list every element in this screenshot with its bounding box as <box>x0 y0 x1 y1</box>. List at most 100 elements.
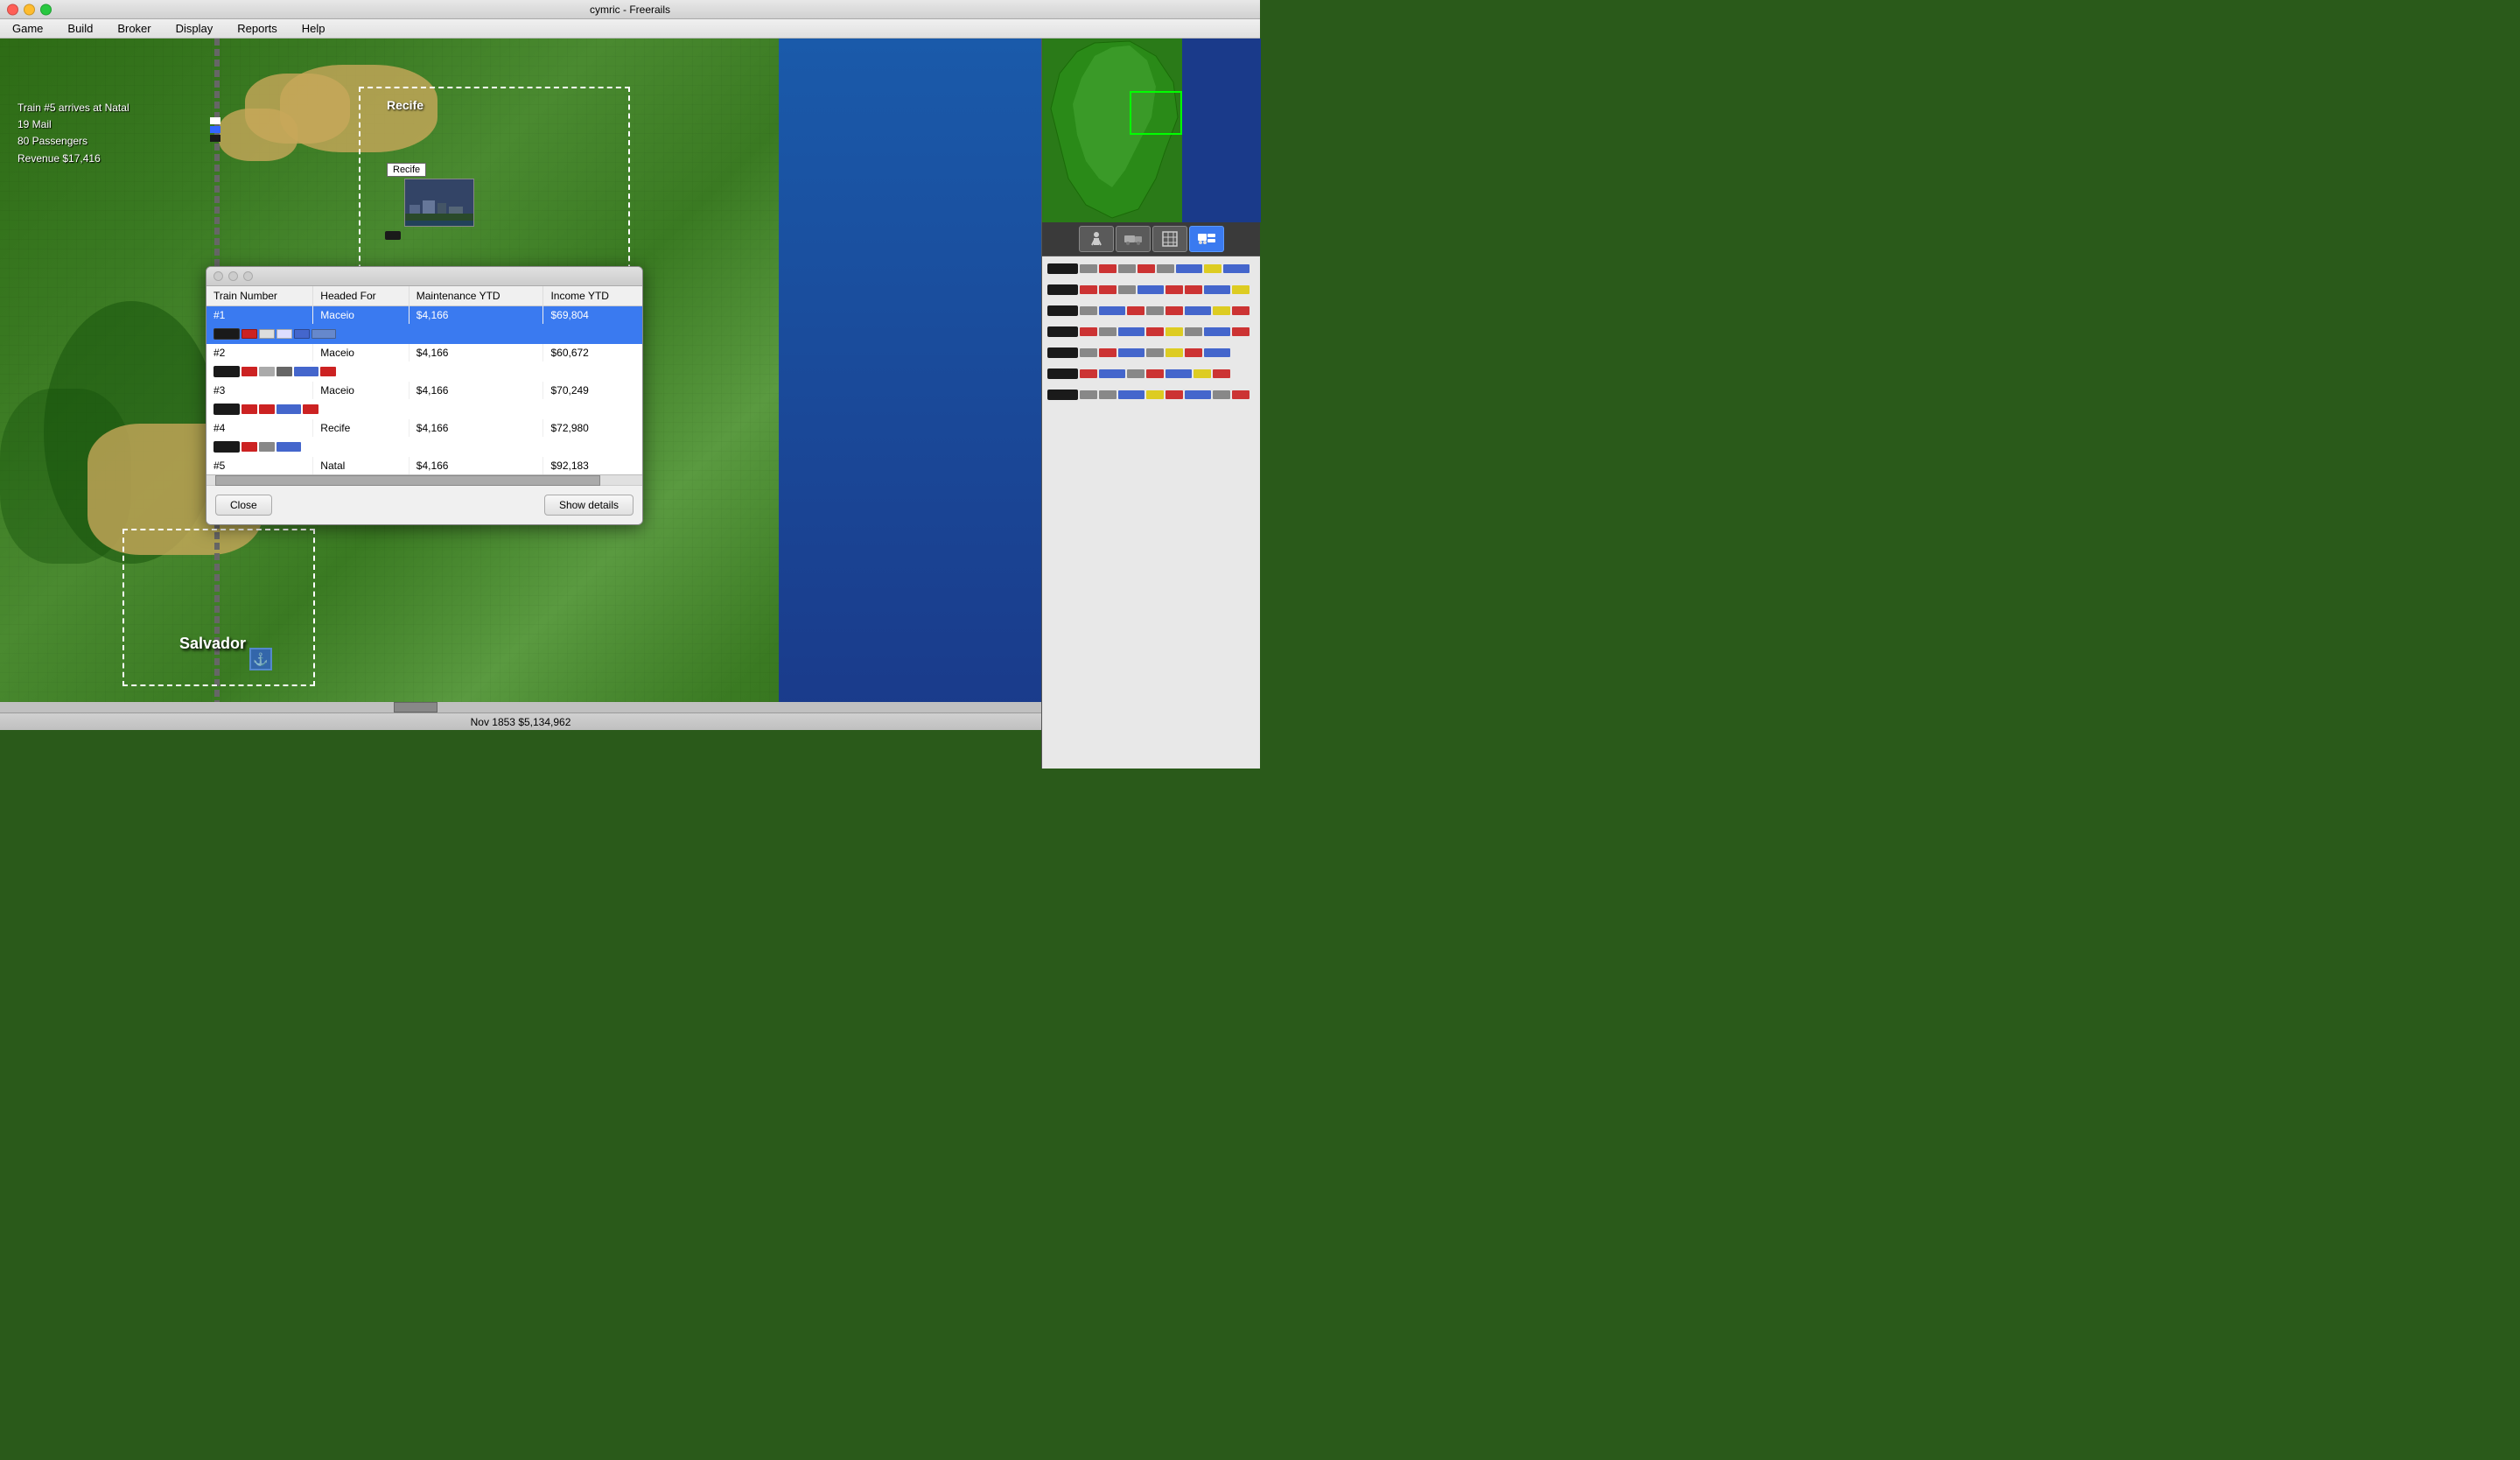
menu-game[interactable]: Game <box>7 22 48 35</box>
train-income-5: $92,183 <box>543 457 642 474</box>
train-engine-1 <box>210 135 220 142</box>
train-number-1: #1 <box>206 306 313 325</box>
col-income: Income YTD <box>543 286 642 306</box>
col-maintenance: Maintenance YTD <box>409 286 543 306</box>
toolbar-train-list-btn[interactable] <box>1189 226 1224 252</box>
menu-broker[interactable]: Broker <box>112 22 156 35</box>
show-details-button[interactable]: Show details <box>544 495 634 516</box>
ocean-area <box>779 39 1041 730</box>
train-maintenance-4: $4,166 <box>409 419 543 437</box>
train-sprite-6 <box>1047 367 1253 381</box>
close-window-button[interactable] <box>7 4 18 15</box>
train-sprite-cell-4 <box>206 437 642 457</box>
notification-line1: Train #5 arrives at Natal <box>18 100 130 116</box>
selection-rect-2 <box>122 529 315 686</box>
dialog-max-btn[interactable] <box>243 271 253 281</box>
train-list-icon <box>1198 232 1215 246</box>
train-sprite-5 <box>1047 346 1253 360</box>
menu-bar: Game Build Broker Display Reports Help <box>0 19 1260 39</box>
train-number-3: #3 <box>206 382 313 399</box>
train-sprite-ref-row-4 <box>1046 323 1256 340</box>
train-icon <box>1124 232 1142 246</box>
train-sprite-1 <box>1047 262 1253 276</box>
train-sprite-row-1[interactable] <box>206 324 642 344</box>
train-sprite-3 <box>1047 304 1253 318</box>
mini-map[interactable] <box>1042 39 1261 222</box>
train-list-table: Train Number Headed For Maintenance YTD … <box>206 286 642 474</box>
train-destination-2: Maceio <box>313 344 409 361</box>
desert-patch-3 <box>219 109 298 161</box>
dialog-title-bar[interactable] <box>206 267 642 286</box>
train-destination-3: Maceio <box>313 382 409 399</box>
train-sprite-ref-row-2 <box>1046 281 1256 298</box>
train-sprite-ref-row-6 <box>1046 365 1256 383</box>
train-maintenance-1: $4,166 <box>409 306 543 325</box>
train-income-4: $72,980 <box>543 419 642 437</box>
notification-line4: Revenue $17,416 <box>18 151 130 167</box>
scroll-thumb[interactable] <box>394 702 438 712</box>
train-sprite-ref-row <box>1046 260 1256 277</box>
status-bar: Nov 1853 $5,134,962 <box>0 712 1041 730</box>
toolbar-build-btn[interactable] <box>1079 226 1114 252</box>
menu-reports[interactable]: Reports <box>232 22 283 35</box>
train-number-4: #4 <box>206 419 313 437</box>
train-number-2: #2 <box>206 344 313 361</box>
train-table-body: #1 Maceio $4,166 $69,804 <box>206 306 642 475</box>
train-list-dialog: Train Number Headed For Maintenance YTD … <box>206 266 643 525</box>
train-maintenance-2: $4,166 <box>409 344 543 361</box>
menu-display[interactable]: Display <box>171 22 219 35</box>
train-maintenance-5: $4,166 <box>409 457 543 474</box>
dialog-horizontal-scrollbar[interactable] <box>206 474 642 485</box>
train-sprite-row-2[interactable] <box>206 361 642 382</box>
person-icon <box>1088 230 1105 248</box>
toolbar-map-btn[interactable] <box>1152 226 1187 252</box>
train-sprite-row-3[interactable] <box>206 399 642 419</box>
dialog-min-btn[interactable] <box>228 271 238 281</box>
col-train-number: Train Number <box>206 286 313 306</box>
train-car-white-1 <box>210 117 220 124</box>
table-row[interactable]: #1 Maceio $4,166 $69,804 <box>206 306 642 325</box>
game-map[interactable]: Train #5 arrives at Natal 19 Mail 80 Pas… <box>0 39 1041 730</box>
train-engine-marker-1 <box>385 231 401 240</box>
menu-help[interactable]: Help <box>297 22 331 35</box>
train-sprite-4 <box>1047 325 1253 339</box>
toolbar-train-btn[interactable] <box>1116 226 1151 252</box>
title-bar: cymric - Freerails <box>0 0 1260 19</box>
train-sprite-ref-row-3 <box>1046 302 1256 319</box>
selection-rect <box>359 87 630 297</box>
table-row[interactable]: #3 Maceio $4,166 $70,249 <box>206 382 642 399</box>
train-maintenance-3: $4,166 <box>409 382 543 399</box>
window-title: cymric - Freerails <box>590 4 670 16</box>
col-headed-for: Headed For <box>313 286 409 306</box>
table-header-row: Train Number Headed For Maintenance YTD … <box>206 286 642 306</box>
train-sprite-7 <box>1047 388 1253 402</box>
dialog-footer: Close Show details <box>206 485 642 524</box>
minimize-window-button[interactable] <box>24 4 35 15</box>
bottom-scrollbar[interactable] <box>0 702 1041 712</box>
main-container: Train #5 arrives at Natal 19 Mail 80 Pas… <box>0 39 1260 730</box>
train-income-2: $60,672 <box>543 344 642 361</box>
table-row[interactable]: #5 Natal $4,166 $92,183 <box>206 457 642 474</box>
close-button[interactable]: Close <box>215 495 272 516</box>
notification-line3: 80 Passengers <box>18 133 130 150</box>
table-row[interactable]: #4 Recife $4,166 $72,980 <box>206 419 642 437</box>
hscroll-thumb[interactable] <box>215 475 600 486</box>
train-destination-5: Natal <box>313 457 409 474</box>
train-sprites-panel <box>1042 256 1260 769</box>
side-panel <box>1041 39 1260 769</box>
train-number-5: #5 <box>206 457 313 474</box>
train-sprite-cell-2 <box>206 361 642 382</box>
train-vertical-1 <box>210 117 220 170</box>
window-controls <box>7 4 52 15</box>
mini-map-viewport[interactable] <box>1130 91 1182 135</box>
menu-build[interactable]: Build <box>62 22 98 35</box>
train-sprite-row-4[interactable] <box>206 437 642 457</box>
toolbar <box>1042 222 1260 256</box>
train-sprite-ref-row-7 <box>1046 386 1256 404</box>
table-row[interactable]: #2 Maceio $4,166 $60,672 <box>206 344 642 361</box>
maximize-window-button[interactable] <box>40 4 52 15</box>
train-car-blue-1 <box>210 126 220 133</box>
status-text: Nov 1853 $5,134,962 <box>471 716 571 728</box>
notification-line2: 19 Mail <box>18 116 130 133</box>
dialog-close-btn[interactable] <box>214 271 223 281</box>
